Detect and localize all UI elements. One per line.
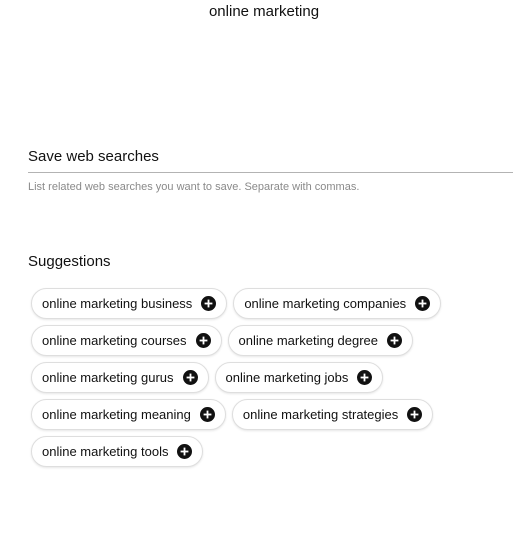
suggestion-chip-label: online marketing companies [244, 295, 407, 311]
suggestion-chip-label: online marketing degree [238, 332, 379, 348]
save-web-searches-helper: List related web searches you want to sa… [28, 181, 360, 193]
page: online marketing List related web search… [0, 0, 528, 540]
suggestion-chip[interactable]: online marketing gurus [31, 362, 209, 393]
suggestion-chip-label: online marketing strategies [242, 406, 399, 422]
plus-circle-icon[interactable] [195, 333, 211, 348]
suggestion-chip[interactable]: online marketing tools [31, 436, 204, 467]
suggestion-chip[interactable]: online marketing meaning [31, 399, 226, 430]
plus-circle-icon[interactable] [415, 296, 431, 311]
suggestion-chip[interactable]: online marketing degree [227, 325, 414, 356]
suggestion-chip[interactable]: online marketing strategies [231, 399, 434, 430]
plus-circle-icon[interactable] [201, 296, 217, 311]
plus-circle-icon[interactable] [357, 370, 373, 385]
suggestion-chip-label: online marketing jobs [225, 369, 349, 385]
suggestion-chip[interactable]: online marketing business [31, 288, 228, 319]
suggestion-chip[interactable]: online marketing jobs [214, 362, 384, 393]
plus-circle-icon[interactable] [199, 407, 215, 422]
suggestion-chips: online marketing business online marketi… [31, 288, 491, 467]
page-title: online marketing [208, 3, 320, 20]
save-web-searches-section: List related web searches you want to sa… [28, 148, 513, 194]
plus-circle-icon[interactable] [407, 407, 423, 422]
suggestion-chip-label: online marketing tools [42, 443, 169, 459]
suggestion-chip[interactable]: online marketing courses [31, 325, 222, 356]
plus-circle-icon[interactable] [177, 444, 193, 459]
plus-circle-icon[interactable] [182, 370, 198, 385]
save-web-searches-input[interactable] [28, 148, 513, 173]
suggestion-chip-label: online marketing meaning [42, 406, 191, 422]
suggestions-heading: Suggestions [28, 253, 111, 270]
suggestion-chip[interactable]: online marketing companies [233, 288, 442, 319]
plus-circle-icon[interactable] [387, 333, 403, 348]
suggestion-chip-label: online marketing business [42, 295, 193, 311]
suggestion-chip-label: online marketing gurus [42, 369, 174, 385]
suggestion-chip-label: online marketing courses [42, 332, 187, 348]
